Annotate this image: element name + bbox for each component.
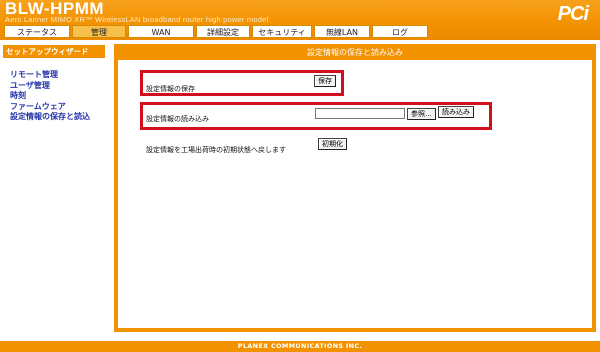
main-panel: 設定情報の保存と読み込み 設定情報の保存 保存 設定情報の読み込み 参照... … <box>114 44 596 332</box>
tab-wireless-lan[interactable]: 無線LAN <box>314 25 370 38</box>
main-nav: ステータス 管理 WAN 詳細設定 セキュリティ 無線LAN ログ <box>4 25 428 38</box>
tab-management[interactable]: 管理 <box>72 25 126 38</box>
sidebar-item-remote-management[interactable]: リモート管理 <box>10 70 108 81</box>
sidebar-item-user-management[interactable]: ユーザ管理 <box>10 81 108 92</box>
config-file-input[interactable] <box>315 108 405 119</box>
footer-bar: PLANEX COMMUNICATIONS INC. <box>0 341 600 352</box>
tab-log[interactable]: ログ <box>372 25 428 38</box>
tab-security[interactable]: セキュリティ <box>252 25 312 38</box>
load-button[interactable]: 読み込み <box>438 106 474 118</box>
brand-logo: PCi <box>557 3 589 25</box>
tab-advanced[interactable]: 詳細設定 <box>196 25 250 38</box>
sidebar-menu: リモート管理 ユーザ管理 時刻 ファームウェア 設定情報の保存と読込 <box>0 70 108 123</box>
tab-wan[interactable]: WAN <box>128 25 194 38</box>
model-description: Aero Lanner MIMO XR™ WirelessLAN broadba… <box>5 15 269 24</box>
load-settings-label: 設定情報の読み込み <box>146 115 209 123</box>
sidebar-item-firmware[interactable]: ファームウェア <box>10 102 108 113</box>
save-settings-label: 設定情報の保存 <box>146 85 195 93</box>
sidebar-item-save-load-settings[interactable]: 設定情報の保存と読込 <box>10 112 108 123</box>
sidebar: セットアップウィザード リモート管理 ユーザ管理 時刻 ファームウェア 設定情報… <box>0 40 108 340</box>
page-title: 設定情報の保存と読み込み <box>118 48 592 60</box>
sidebar-item-setup-wizard[interactable]: セットアップウィザード <box>3 45 105 58</box>
tab-status[interactable]: ステータス <box>4 25 70 38</box>
browse-button[interactable]: 参照... <box>407 108 436 120</box>
factory-reset-button[interactable]: 初期化 <box>318 138 347 150</box>
save-button[interactable]: 保存 <box>314 75 336 87</box>
sidebar-item-time[interactable]: 時刻 <box>10 91 108 102</box>
factory-reset-label: 設定情報を工場出荷時の初期状態へ戻します <box>146 146 286 154</box>
